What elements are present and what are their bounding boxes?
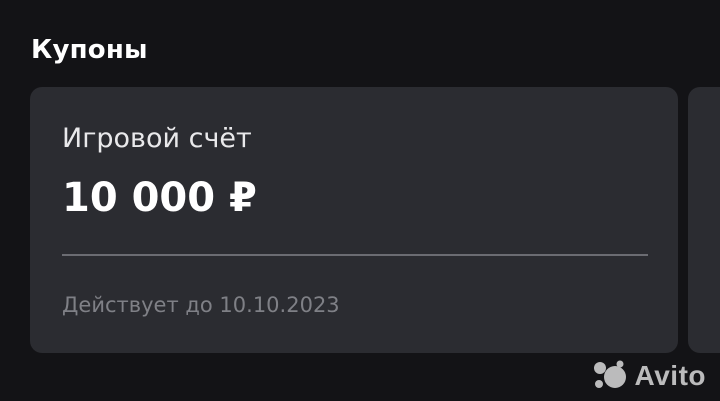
coupon-card[interactable]: Игровой счёт 10 000 ₽ Действует до 10.10… <box>30 87 678 353</box>
avito-watermark: Avito <box>591 359 706 393</box>
avito-watermark-text: Avito <box>634 360 706 391</box>
coupon-divider <box>62 254 648 256</box>
coupons-carousel[interactable]: Игровой счёт 10 000 ₽ Действует до 10.10… <box>0 87 720 353</box>
coupons-section-title: Купоны <box>31 35 148 65</box>
coupon-amount: 10 000 ₽ <box>62 175 257 221</box>
coupon-validity: Действует до 10.10.2023 <box>62 293 340 317</box>
coupon-type: Игровой счёт <box>62 123 252 154</box>
next-coupon-card[interactable] <box>688 87 720 353</box>
avito-logo-icon <box>591 359 629 393</box>
